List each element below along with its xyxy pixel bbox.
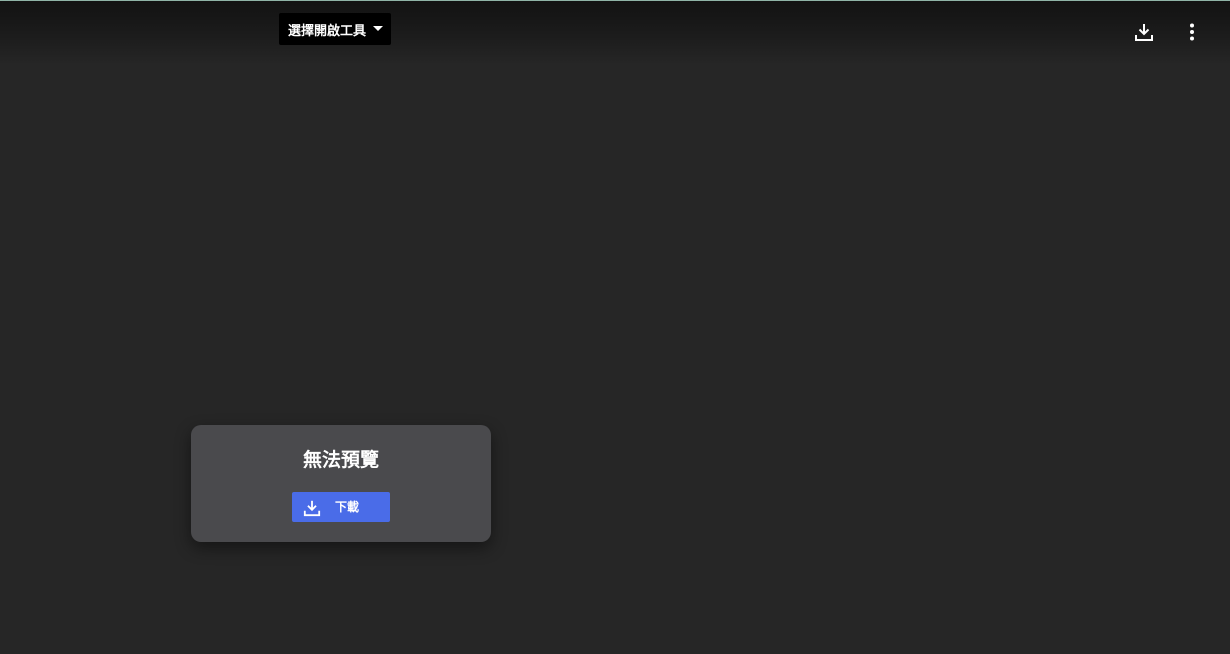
more-options-button[interactable] (1172, 12, 1212, 52)
open-with-label: 選擇開啟工具 (288, 23, 367, 39)
toolbar-download-button[interactable] (1124, 12, 1164, 52)
download-button[interactable]: 下載 (292, 492, 390, 522)
download-icon (303, 500, 321, 517)
caret-down-icon (373, 26, 383, 31)
viewer-toolbar: 選擇開啟工具 (0, 1, 1230, 65)
open-with-dropdown[interactable]: 選擇開啟工具 (279, 13, 391, 45)
download-icon (1135, 24, 1153, 41)
download-label: 下載 (335, 500, 360, 514)
file-viewer: 選擇開啟工具 無法預覽 下載 (0, 0, 1230, 654)
no-preview-message: 無法預覽 (302, 449, 379, 471)
no-preview-card: 無法預覽 下載 (191, 425, 491, 542)
more-vert-icon (1190, 23, 1194, 41)
